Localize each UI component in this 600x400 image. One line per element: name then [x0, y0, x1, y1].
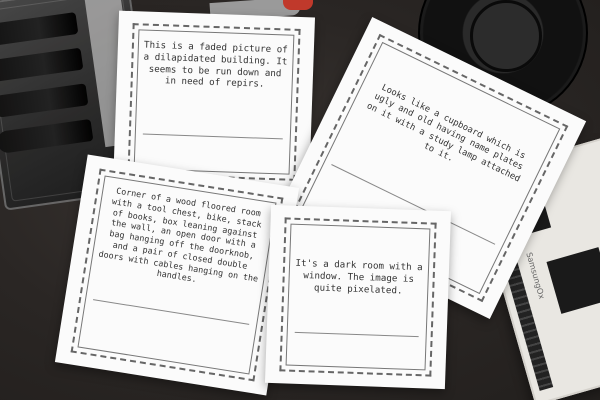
board-silkscreen-text: SamsungOx	[524, 251, 547, 301]
card-text: This is a faded picture of a dilapidated…	[143, 39, 288, 91]
chip-large	[546, 247, 600, 314]
wire-cutter-red-handle	[283, 0, 313, 10]
card-text: It's a dark room with a window. The imag…	[295, 257, 423, 297]
paper-card-bottom-left: Corner of a wood floored room with a too…	[54, 154, 300, 396]
photo-scene: SamsungOx This is a faded picture of a d…	[0, 0, 600, 400]
paper-card-bottom-middle: It's a dark room with a window. The imag…	[264, 204, 452, 390]
tape-reel-core	[470, 0, 542, 72]
